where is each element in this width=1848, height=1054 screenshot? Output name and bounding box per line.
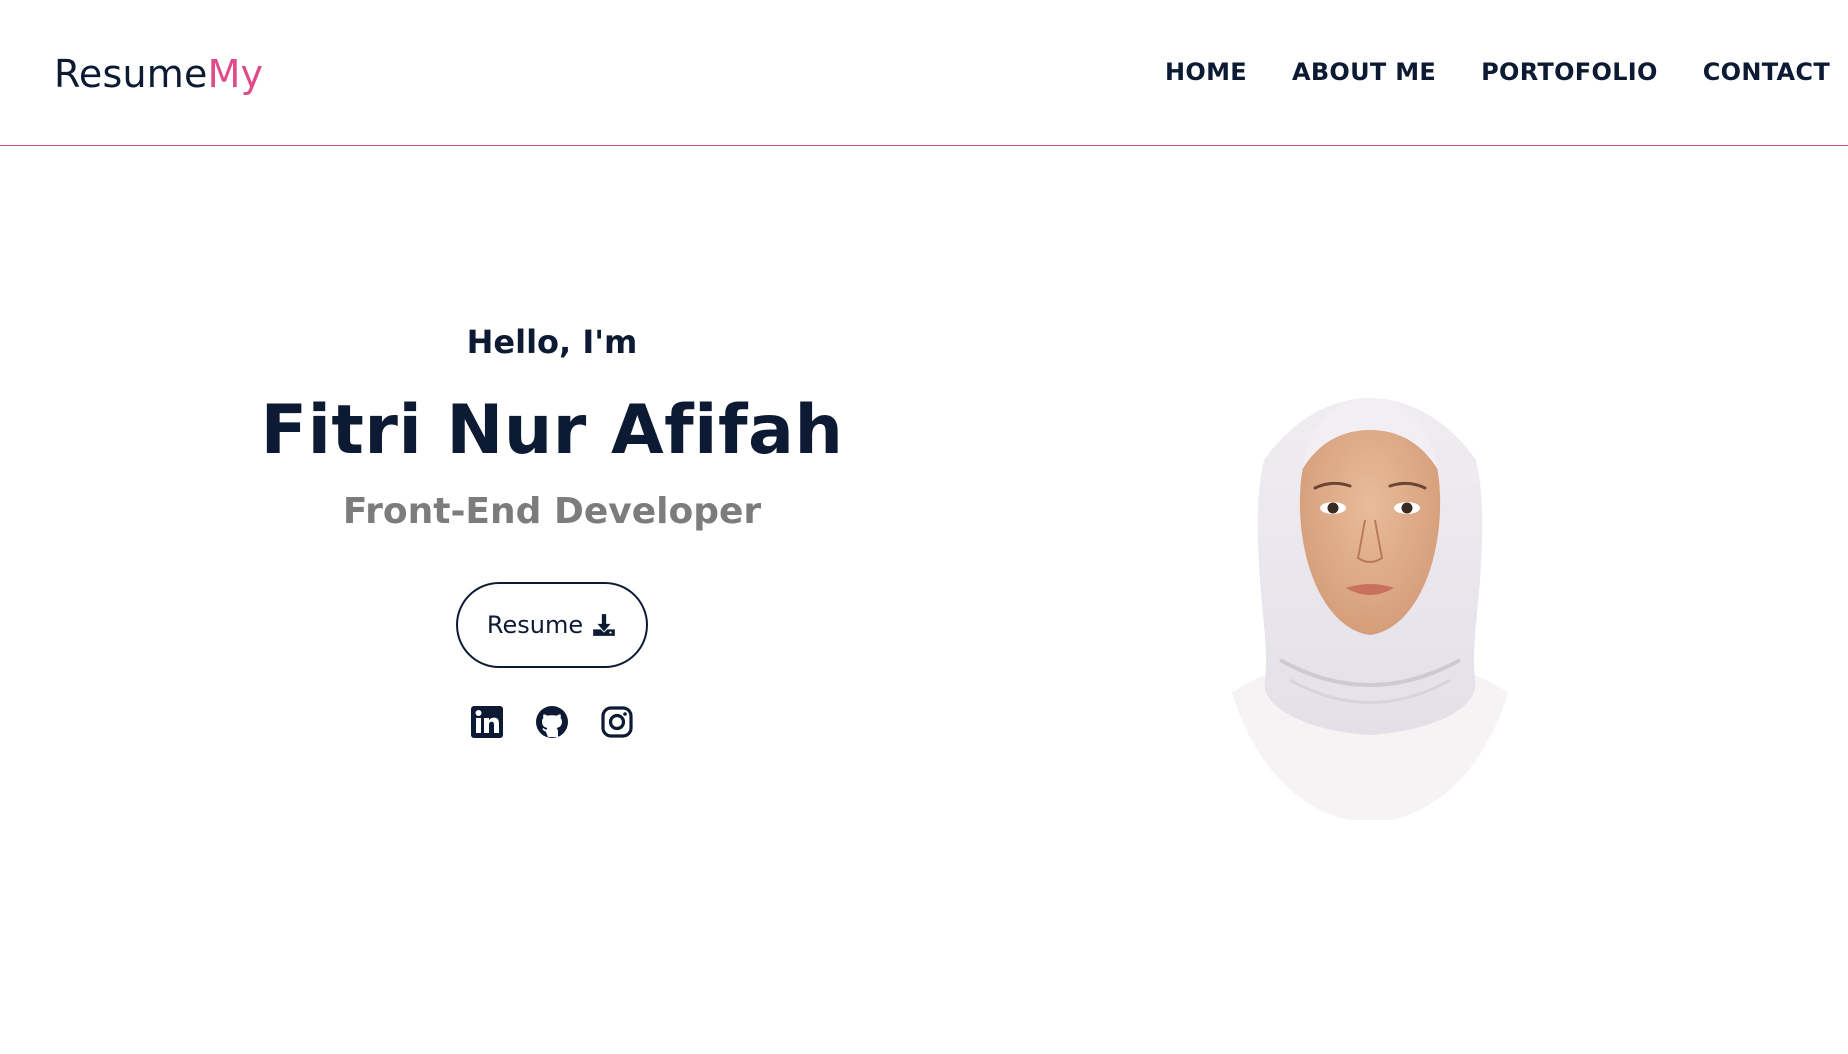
nav-item-contact[interactable]: CONTACT (1703, 56, 1830, 88)
instagram-icon[interactable] (599, 704, 635, 740)
main-nav: HOME ABOUT ME PORTOFOLIO CONTACT (1165, 56, 1830, 88)
linkedin-icon[interactable] (469, 704, 505, 740)
hero-name: Fitri Nur Afifah (260, 391, 844, 470)
social-links (252, 704, 852, 740)
download-icon (591, 612, 617, 638)
page: ResumeMy HOME ABOUT ME PORTOFOLIO CONTAC… (0, 0, 1848, 1054)
hero-greeting: Hello, I'm (466, 323, 638, 361)
brand-logo[interactable]: ResumeMy (54, 49, 263, 99)
brand-logo-part1: Resume (54, 52, 208, 96)
github-icon[interactable] (534, 704, 570, 740)
hero-role: Front-End Developer (342, 491, 762, 532)
resume-button-label: Resume (486, 611, 584, 639)
nav-item-portofolio[interactable]: PORTOFOLIO (1481, 56, 1658, 88)
resume-download-button[interactable]: Resume (456, 582, 648, 668)
brand-logo-part2: My (207, 52, 264, 96)
nav-item-home[interactable]: HOME (1165, 56, 1247, 88)
site-header: ResumeMy HOME ABOUT ME PORTOFOLIO CONTAC… (0, 0, 1848, 146)
nav-item-about-me[interactable]: ABOUT ME (1292, 56, 1436, 88)
hero-intro: Hello, I'm Fitri Nur Afifah Front-End De… (252, 320, 852, 740)
profile-photo (1220, 360, 1520, 820)
